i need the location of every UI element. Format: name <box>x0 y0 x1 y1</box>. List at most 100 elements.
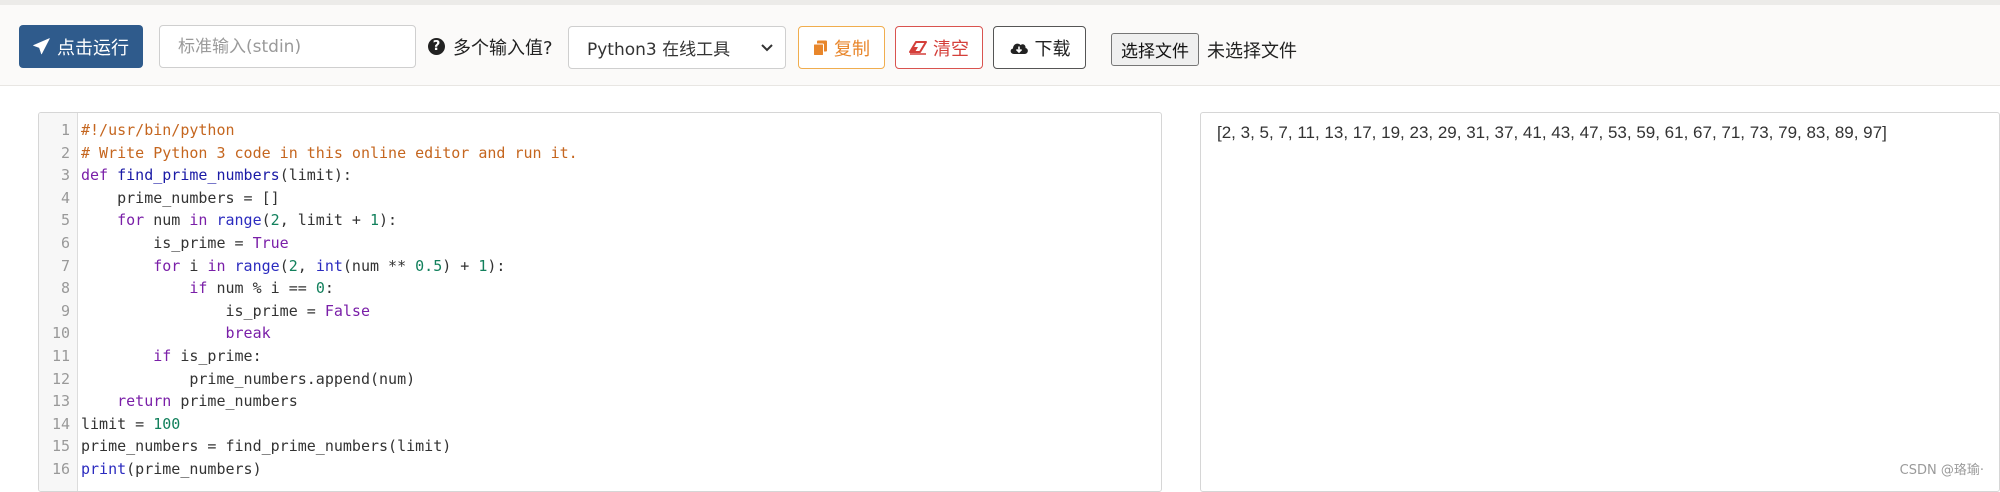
code-line: 3 def find_prime_numbers(limit): <box>39 164 1161 187</box>
line-number: 10 <box>51 324 70 343</box>
multi-input-help[interactable]: ? 多个输入值? <box>428 25 553 68</box>
language-select[interactable]: Python3 在线工具 <box>568 26 786 69</box>
paper-plane-icon <box>33 38 50 55</box>
code-token: break <box>225 324 271 343</box>
code-token: (prime_numbers) <box>126 459 262 478</box>
code-line: 7 for i in range(2, int(num ** 0.5) + 1)… <box>39 255 1161 278</box>
output-text: [2, 3, 5, 7, 11, 13, 17, 19, 23, 29, 31,… <box>1217 123 1887 142</box>
code-token: is_prime = <box>81 301 325 320</box>
code-token: prime_numbers.append(num) <box>81 369 416 388</box>
file-status-text: 未选择文件 <box>1207 40 1297 62</box>
code-token: in <box>207 256 226 275</box>
code-token: prime_numbers <box>171 392 298 411</box>
code-text: for num in range(2, limit + 1): <box>81 209 397 232</box>
code-text: # Write Python 3 code in this online edi… <box>81 142 578 165</box>
line-number: 12 <box>51 369 70 388</box>
code-text: #!/usr/bin/python <box>81 119 235 142</box>
code-line: 6 is_prime = True <box>39 232 1161 255</box>
code-token: , <box>297 256 316 275</box>
code-lines: 1 #!/usr/bin/python 2 # Write Python 3 code… <box>39 119 1161 481</box>
line-number: 2 <box>60 143 70 162</box>
file-status: 未选择文件 <box>1207 33 1297 66</box>
code-token: False <box>324 301 370 320</box>
code-token: in <box>189 211 208 230</box>
code-text: return prime_numbers <box>81 390 298 413</box>
code-token: range <box>216 211 262 230</box>
line-number: 8 <box>60 279 70 298</box>
code-token: ): <box>379 211 398 230</box>
copy-button[interactable]: 复制 <box>798 26 885 69</box>
code-token: def <box>81 166 118 185</box>
code-editor[interactable]: 1 #!/usr/bin/python 2 # Write Python 3 code… <box>38 112 1162 492</box>
code-token: num % i == <box>207 279 316 298</box>
download-button-label: 下载 <box>1034 38 1071 60</box>
code-line: 9 is_prime = False <box>39 300 1161 323</box>
copy-button-label: 复制 <box>834 38 870 60</box>
run-button[interactable]: 点击运行 <box>19 25 143 68</box>
code-token: (limit): <box>279 166 352 185</box>
code-line: 5 for num in range(2, limit + 1): <box>39 209 1161 232</box>
code-token: prime_numbers = find_prime_numbers(limit… <box>81 437 452 456</box>
line-number: 11 <box>51 346 70 365</box>
code-text: def find_prime_numbers(limit): <box>81 164 352 187</box>
code-token: , limit + <box>279 211 370 230</box>
code-token: range <box>234 256 280 275</box>
watermark: CSDN @珞瑜· <box>1899 463 1984 478</box>
code-token: ) + <box>442 256 479 275</box>
multi-input-label: 多个输入值? <box>453 37 553 59</box>
code-line: 13 return prime_numbers <box>39 390 1161 413</box>
copy-icon <box>813 40 827 56</box>
code-token: 0.5 <box>415 256 443 275</box>
code-token: 0 <box>315 279 325 298</box>
line-number: 13 <box>51 392 70 411</box>
code-token: i <box>180 256 208 275</box>
code-token: is_prime: <box>171 346 262 365</box>
code-text: break <box>81 322 271 345</box>
code-line: 4 prime_numbers = [] <box>39 187 1161 210</box>
code-text: for i in range(2, int(num ** 0.5) + 1): <box>81 255 505 278</box>
line-number: 15 <box>51 437 70 456</box>
code-text: is_prime = False <box>81 300 370 323</box>
code-token: (num ** <box>342 256 416 275</box>
code-token: : <box>324 279 334 298</box>
code-token: num <box>144 211 190 230</box>
code-line: 1 #!/usr/bin/python <box>39 119 1161 142</box>
line-number: 1 <box>60 121 70 139</box>
code-text: prime_numbers = find_prime_numbers(limit… <box>81 435 451 458</box>
code-token: is_prime = <box>81 233 253 252</box>
code-token: 100 <box>153 414 181 433</box>
code-token: for <box>153 256 181 275</box>
choose-file-button[interactable]: 选择文件 <box>1111 33 1199 66</box>
clear-button[interactable]: 清空 <box>895 26 983 69</box>
code-line: 11 if is_prime: <box>39 345 1161 368</box>
code-token: ( <box>261 211 271 230</box>
code-line: 2 # Write Python 3 code in this online ed… <box>39 142 1161 165</box>
code-token: for <box>117 211 145 230</box>
code-token: if <box>189 279 208 298</box>
output-panel: [2, 3, 5, 7, 11, 13, 17, 19, 23, 29, 31,… <box>1200 112 2000 492</box>
code-token: if <box>153 346 172 365</box>
code-text: limit = 100 <box>81 413 180 436</box>
line-number: 4 <box>60 188 70 207</box>
code-text: if num % i == 0: <box>81 277 334 300</box>
line-number: 9 <box>60 301 70 320</box>
code-token: limit = <box>81 414 154 433</box>
code-text: prime_numbers = [] <box>81 187 280 210</box>
clear-button-label: 清空 <box>933 38 969 60</box>
cloud-download-icon <box>1010 43 1028 54</box>
line-number: 3 <box>60 166 70 185</box>
line-number: 16 <box>51 459 70 478</box>
download-button[interactable]: 下载 <box>993 26 1086 69</box>
toolbar: 点击运行 ? 多个输入值? Python3 在线工具 复制 清空 <box>0 0 2000 86</box>
line-number: 14 <box>51 414 70 433</box>
eraser-icon <box>909 40 927 55</box>
line-number: 5 <box>60 211 70 230</box>
code-token: prime_numbers = [] <box>81 188 280 207</box>
code-line: 10 break <box>39 322 1161 345</box>
stdin-input[interactable] <box>176 35 399 58</box>
